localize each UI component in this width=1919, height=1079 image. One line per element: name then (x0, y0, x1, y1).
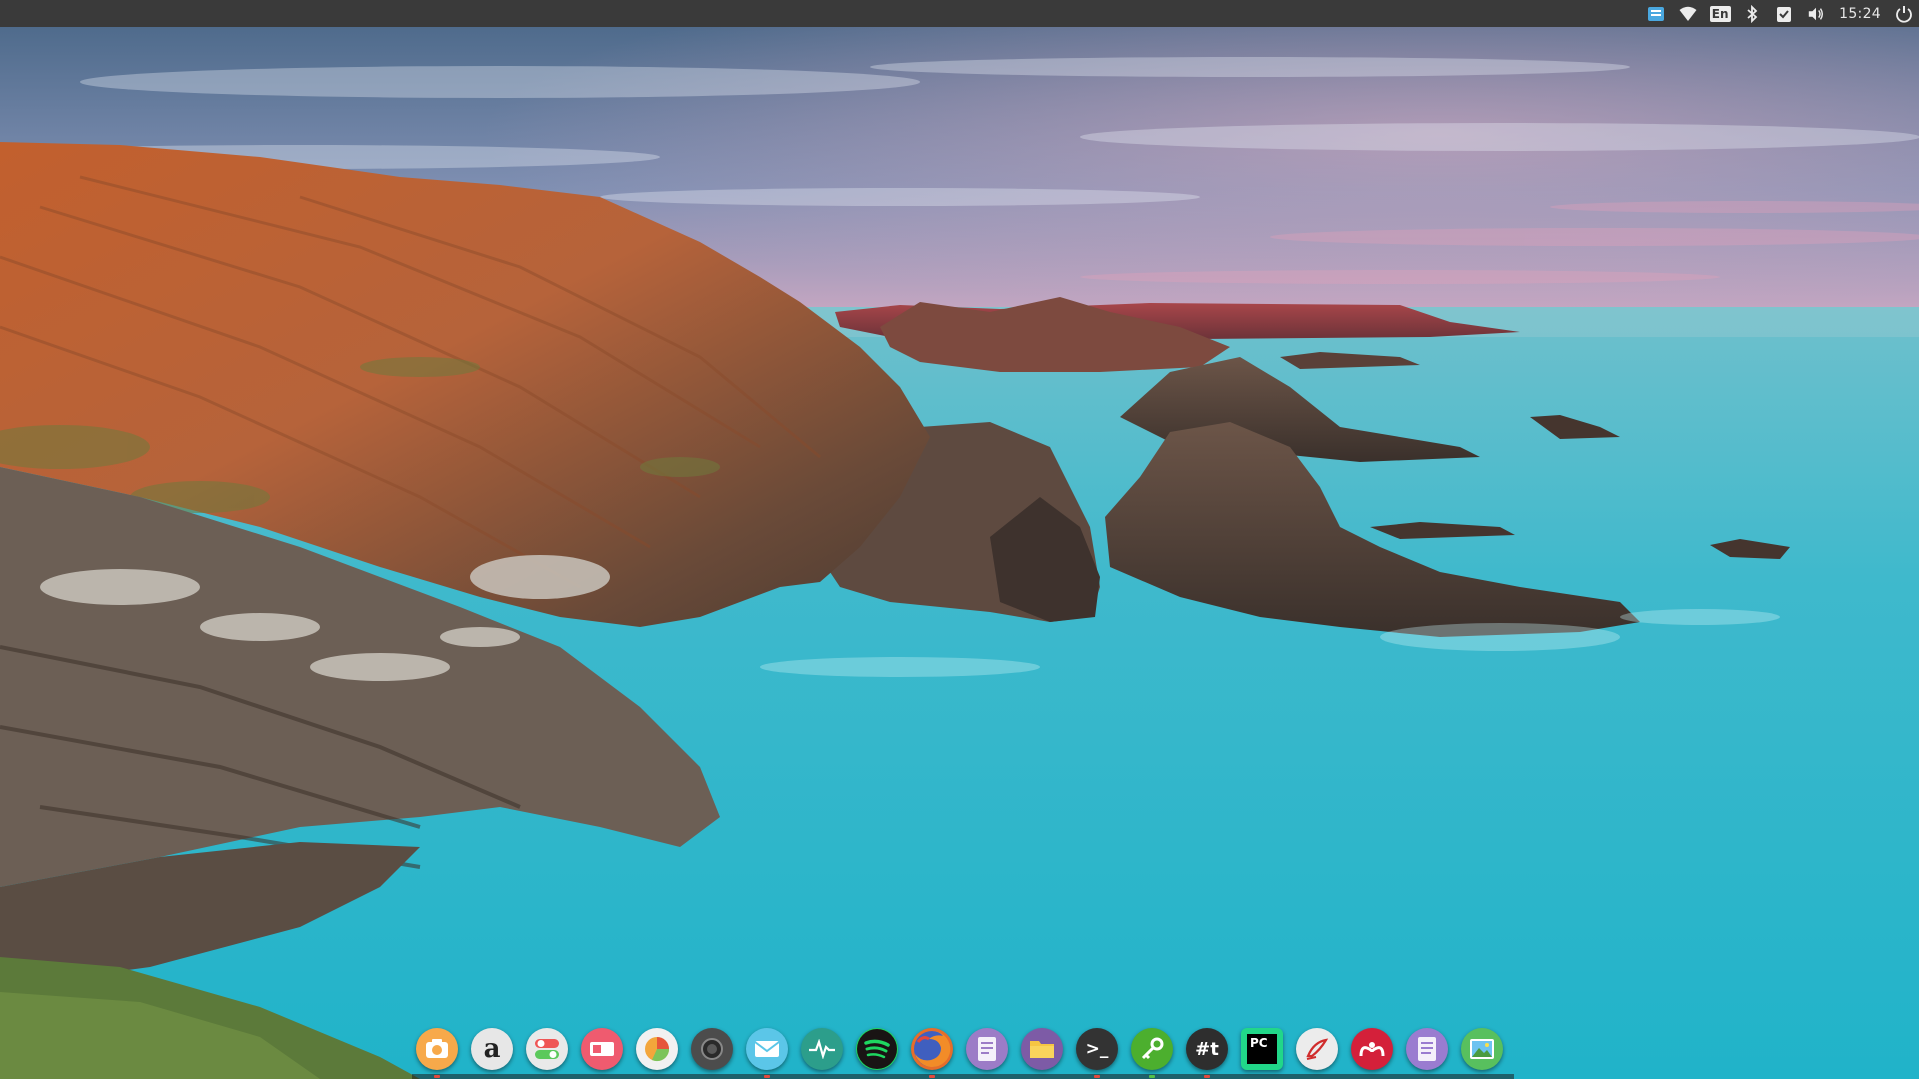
running-indicator (434, 1075, 440, 1078)
terminal-icon[interactable]: >_ (1076, 1028, 1118, 1078)
system-tray: En 15:24 (1647, 0, 1913, 27)
pycharm-label: PC (1247, 1034, 1277, 1064)
top-panel: En 15:24 (0, 0, 1919, 27)
firefox-icon[interactable] (911, 1028, 953, 1078)
clipboard-check-icon[interactable] (1775, 5, 1793, 23)
running-indicator (764, 1075, 770, 1078)
hashtag-app-icon[interactable]: #t (1186, 1028, 1228, 1078)
volume-icon[interactable] (1807, 5, 1825, 23)
dock: a >_ #t PC (412, 1020, 1514, 1079)
running-indicator (1094, 1075, 1100, 1078)
files-icon[interactable] (1021, 1028, 1063, 1070)
slides-app-icon[interactable] (581, 1028, 623, 1070)
running-indicator (1204, 1075, 1210, 1078)
pycharm-icon[interactable]: PC (1241, 1028, 1283, 1070)
clock[interactable]: 15:24 (1839, 6, 1881, 22)
text-editor-icon[interactable] (966, 1028, 1008, 1070)
desktop-wallpaper (0, 27, 1919, 1079)
keyboard-layout-icon[interactable]: En (1709, 5, 1731, 23)
bluetooth-icon[interactable] (1743, 4, 1761, 23)
image-viewer-icon[interactable] (1461, 1028, 1503, 1070)
notification-app-icon[interactable] (1647, 5, 1665, 23)
power-icon[interactable] (1895, 5, 1913, 23)
hashtag-app-label: #t (1195, 1038, 1219, 1060)
wifi-icon[interactable] (1679, 5, 1697, 23)
passwords-key-icon[interactable] (1131, 1028, 1173, 1078)
terminal-label: >_ (1085, 1039, 1109, 1059)
amazon-icon[interactable]: a (471, 1028, 513, 1070)
document-viewer-icon[interactable] (1406, 1028, 1448, 1070)
mail-icon[interactable] (746, 1028, 788, 1078)
running-indicator (929, 1075, 935, 1078)
mendeley-icon[interactable] (1351, 1028, 1393, 1070)
screenshot-app-icon[interactable] (416, 1028, 458, 1078)
toggle-settings-icon[interactable] (526, 1028, 568, 1070)
keyboard-layout-label: En (1709, 5, 1731, 22)
camera-icon[interactable] (691, 1028, 733, 1070)
disk-usage-icon[interactable] (636, 1028, 678, 1070)
amazon-label: a (483, 1034, 501, 1064)
desktop-screen: En 15:24 a >_ #t PC (0, 0, 1919, 1079)
pen-app-icon[interactable] (1296, 1028, 1338, 1070)
spotify-icon[interactable] (856, 1028, 898, 1070)
running-indicator (1149, 1075, 1155, 1078)
system-monitor-icon[interactable] (801, 1028, 843, 1070)
